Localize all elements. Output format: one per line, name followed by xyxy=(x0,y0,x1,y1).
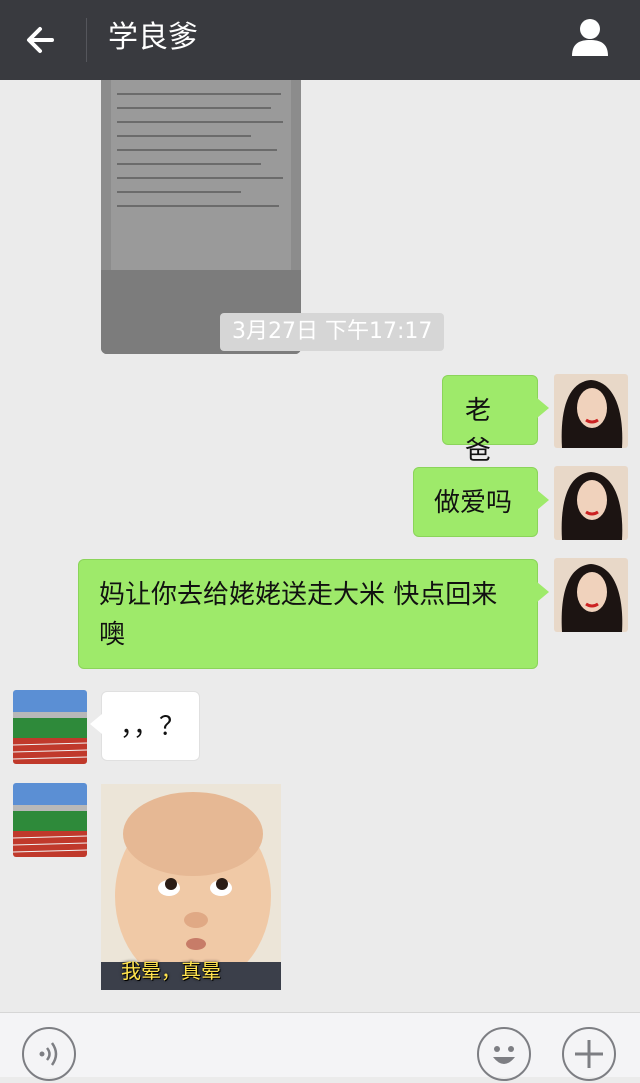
profile-button[interactable] xyxy=(566,16,614,60)
my-avatar[interactable] xyxy=(554,558,628,632)
my-message-bubble[interactable]: 妈让你去给姥姥送走大米 快点回来 噢 xyxy=(78,559,549,669)
my-message-bubble[interactable]: 老爸 xyxy=(442,375,549,466)
input-bar xyxy=(0,1012,640,1081)
header-divider xyxy=(86,18,87,62)
message-text: 做爱吗 xyxy=(434,488,513,518)
avatar-image xyxy=(13,783,87,857)
sticker-caption: 我晕，真晕 xyxy=(121,959,221,983)
more-button[interactable] xyxy=(562,1027,616,1081)
chat-title: 学良爹 xyxy=(108,20,198,55)
contact-avatar[interactable] xyxy=(13,783,87,857)
my-avatar[interactable] xyxy=(554,374,628,448)
avatar-image xyxy=(554,558,628,632)
arrow-left-icon xyxy=(27,27,54,53)
my-message-bubble[interactable]: 做爱吗 xyxy=(413,467,549,537)
message-text-line: 噢 xyxy=(99,620,126,650)
person-icon xyxy=(572,19,608,56)
chat-area[interactable]: 3月27日 下午17:17 老爸 做爱吗 妈让你去给姥姥送走大米 快点回来 噢 xyxy=(0,80,640,1012)
sticker-message[interactable]: 我晕，真晕 xyxy=(101,784,281,990)
message-text: 老爸 xyxy=(465,396,492,466)
avatar-image xyxy=(13,690,87,764)
avatar-image xyxy=(554,374,628,448)
voice-icon xyxy=(39,1042,58,1066)
message-timestamp: 3月27日 下午17:17 xyxy=(220,313,445,351)
plus-icon xyxy=(575,1040,603,1068)
smiley-icon xyxy=(493,1046,515,1064)
message-text: ，，？ xyxy=(120,712,186,742)
my-avatar[interactable] xyxy=(554,466,628,540)
avatar-image xyxy=(554,466,628,540)
message-text-line: 妈让你去给姥姥送走大米 快点回来 xyxy=(99,580,498,610)
chat-header: 学良爹 xyxy=(0,0,640,80)
emoji-button[interactable] xyxy=(477,1027,531,1081)
voice-button[interactable] xyxy=(22,1027,76,1081)
back-button[interactable] xyxy=(22,20,66,60)
contact-avatar[interactable] xyxy=(13,690,87,764)
contact-message-bubble[interactable]: ，，？ xyxy=(90,691,200,761)
